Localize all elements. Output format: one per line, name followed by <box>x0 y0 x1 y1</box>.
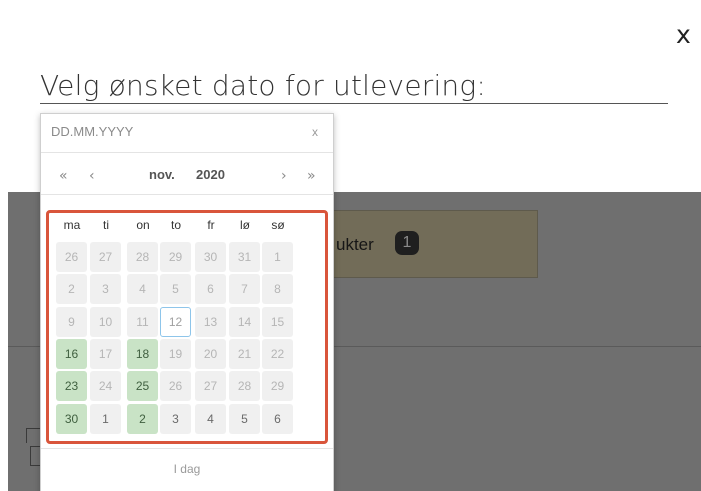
close-button[interactable]: x <box>676 22 691 47</box>
year-label[interactable]: 2020 <box>196 167 225 182</box>
day-cell[interactable]: 4 <box>127 274 158 304</box>
weekday-label: fr <box>207 218 215 232</box>
next-year-button[interactable]: » <box>307 168 316 184</box>
month-label[interactable]: nov. <box>149 167 175 182</box>
day-cell-available[interactable]: 16 <box>56 339 87 369</box>
day-cell[interactable]: 26 <box>160 371 191 401</box>
day-cell[interactable]: 3 <box>90 274 121 304</box>
day-cell[interactable]: 28 <box>229 371 260 401</box>
prev-month-button[interactable]: ‹ <box>89 168 95 184</box>
day-cell[interactable]: 5 <box>160 274 191 304</box>
day-cell-available[interactable]: 23 <box>56 371 87 401</box>
weekday-label: lø <box>240 218 250 232</box>
modal-heading: Velg ønsket dato for utlevering: <box>40 69 487 102</box>
weekday-label: on <box>136 218 150 232</box>
day-cell[interactable]: 2 <box>56 274 87 304</box>
day-cell[interactable]: 11 <box>127 307 158 337</box>
weekday-label: ma <box>63 218 81 232</box>
day-cell[interactable]: 1 <box>90 404 121 434</box>
day-cell[interactable]: 6 <box>195 274 226 304</box>
picker-divider <box>41 448 333 449</box>
day-cell-available[interactable]: 30 <box>56 404 87 434</box>
weekday-label: sø <box>271 218 285 232</box>
picker-divider <box>41 194 333 195</box>
weekday-label: to <box>170 218 181 232</box>
day-cell[interactable]: 4 <box>195 404 226 434</box>
day-cell-today[interactable]: 12 <box>160 307 191 337</box>
next-month-button[interactable]: › <box>281 168 287 184</box>
day-cell[interactable]: 27 <box>90 242 121 272</box>
prev-year-button[interactable]: « <box>59 168 68 184</box>
picker-divider <box>41 152 333 153</box>
today-button[interactable]: I dag <box>41 462 333 476</box>
day-cell[interactable]: 29 <box>262 371 293 401</box>
day-cell-available[interactable]: 2 <box>127 404 158 434</box>
day-cell[interactable]: 24 <box>90 371 121 401</box>
background-fragment <box>26 428 41 443</box>
day-cell[interactable]: 31 <box>229 242 260 272</box>
day-cell[interactable]: 26 <box>56 242 87 272</box>
day-cell[interactable]: 28 <box>127 242 158 272</box>
day-cell[interactable]: 27 <box>195 371 226 401</box>
datepicker: x « ‹ nov. 2020 › » mationtofrløsø 26272… <box>40 113 334 491</box>
heading-underline <box>40 103 668 104</box>
date-input[interactable] <box>51 124 271 139</box>
day-cell[interactable]: 19 <box>160 339 191 369</box>
day-cell[interactable]: 8 <box>262 274 293 304</box>
day-cell[interactable]: 22 <box>262 339 293 369</box>
product-count-badge: 1 <box>395 231 419 255</box>
day-cell-available[interactable]: 18 <box>127 339 158 369</box>
day-cell-available[interactable]: 25 <box>127 371 158 401</box>
day-cell[interactable]: 7 <box>229 274 260 304</box>
page: ukter 1 x Velg ønsket dato for utleverin… <box>0 0 701 491</box>
day-cell[interactable]: 13 <box>195 307 226 337</box>
day-cell[interactable]: 20 <box>195 339 226 369</box>
day-cell[interactable]: 17 <box>90 339 121 369</box>
day-cell[interactable]: 30 <box>195 242 226 272</box>
day-cell[interactable]: 3 <box>160 404 191 434</box>
day-cell[interactable]: 10 <box>90 307 121 337</box>
day-cell[interactable]: 14 <box>229 307 260 337</box>
weekday-label: ti <box>103 218 109 232</box>
day-cell[interactable]: 29 <box>160 242 191 272</box>
day-cell[interactable]: 21 <box>229 339 260 369</box>
clear-input-button[interactable]: x <box>312 125 318 139</box>
day-cell[interactable]: 1 <box>262 242 293 272</box>
day-cell[interactable]: 5 <box>229 404 260 434</box>
day-cell[interactable]: 15 <box>262 307 293 337</box>
product-label: ukter <box>336 235 374 254</box>
day-cell[interactable]: 6 <box>262 404 293 434</box>
day-cell[interactable]: 9 <box>56 307 87 337</box>
